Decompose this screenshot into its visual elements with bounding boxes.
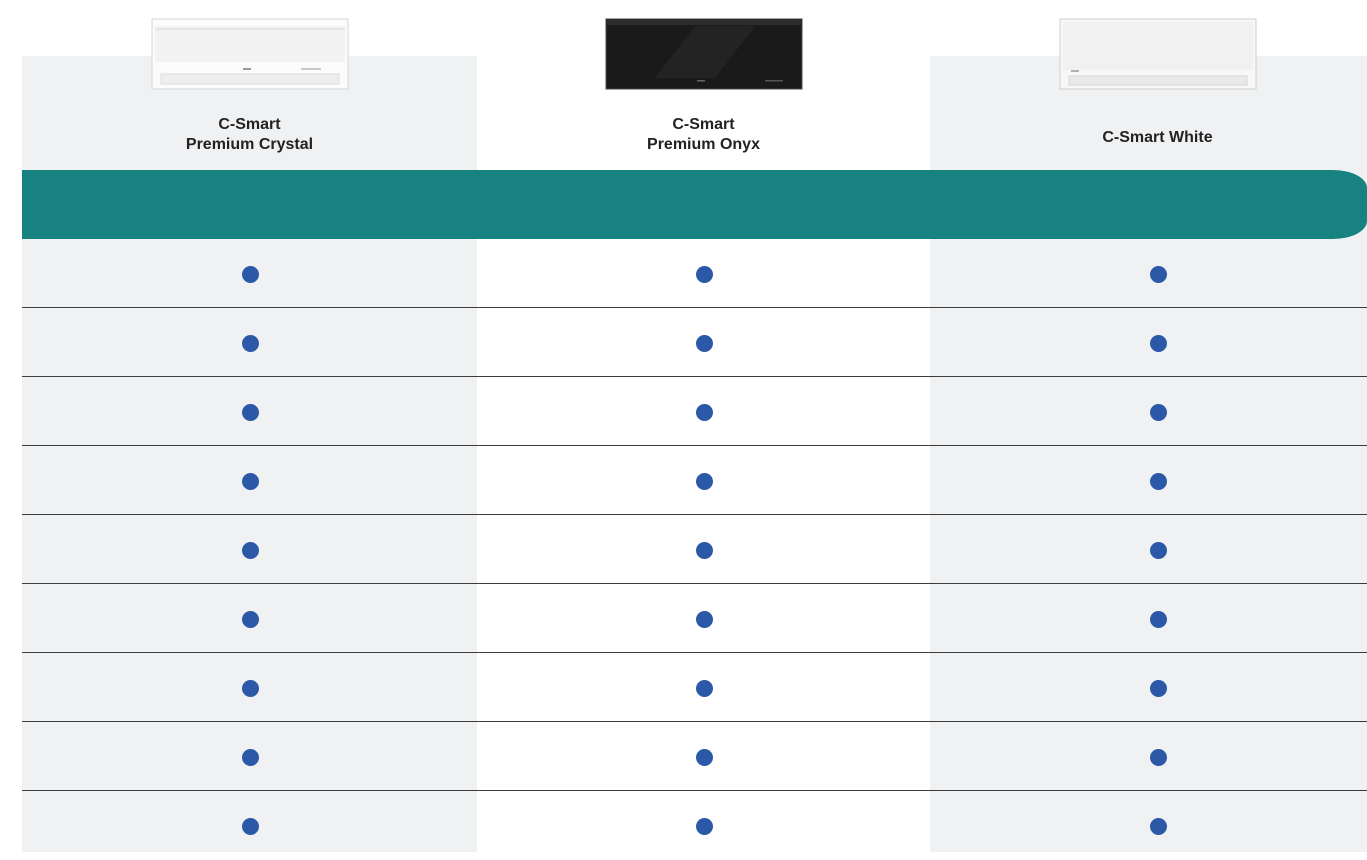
filled-circle-icon [695,610,713,628]
filled-circle-icon [1149,817,1167,835]
feature-cell-crystal [22,308,477,377]
feature-cell-crystal [22,446,477,515]
feature-cell-onyx [476,653,931,722]
feature-cell-white [930,791,1367,860]
feature-cell-white [930,308,1367,377]
feature-row [0,515,1367,584]
feature-row [0,653,1367,722]
feature-row [0,722,1367,791]
filled-circle-icon [241,472,259,490]
filled-circle-icon [695,472,713,490]
filled-circle-icon [241,334,259,352]
product-name-line1: C-Smart White [1102,129,1213,146]
filled-circle-icon [695,403,713,421]
product-header-crystal: C-Smart Premium Crystal [22,0,477,170]
product-name-onyx: C-Smart Premium Onyx [476,115,931,155]
filled-circle-icon [241,541,259,559]
filled-circle-icon [241,403,259,421]
filled-circle-icon [241,610,259,628]
filled-circle-icon [241,679,259,697]
feature-cell-onyx [476,377,931,446]
feature-cell-white [930,377,1367,446]
feature-cell-crystal [22,515,477,584]
feature-cell-onyx [476,515,931,584]
feature-cell-white [930,515,1367,584]
product-name-crystal: C-Smart Premium Crystal [22,115,477,155]
filled-circle-icon [695,748,713,766]
feature-cell-white [930,446,1367,515]
filled-circle-icon [241,748,259,766]
feature-cell-crystal [22,722,477,791]
feature-cell-onyx [476,584,931,653]
feature-cell-onyx [476,239,931,308]
feature-row [0,308,1367,377]
filled-circle-icon [695,265,713,283]
feature-cell-onyx [476,791,931,860]
filled-circle-icon [241,817,259,835]
feature-row [0,446,1367,515]
feature-cell-crystal [22,584,477,653]
feature-cell-white [930,584,1367,653]
feature-row [0,239,1367,308]
filled-circle-icon [695,679,713,697]
filled-circle-icon [1149,748,1167,766]
feature-row [0,584,1367,653]
filled-circle-icon [1149,334,1167,352]
product-header-white: C-Smart White [930,0,1367,170]
feature-cell-crystal [22,239,477,308]
onyx-ac-unit-image [605,18,802,90]
feature-cell-crystal [22,791,477,860]
product-name-line2: Premium Onyx [647,136,760,153]
feature-cell-crystal [22,653,477,722]
filled-circle-icon [695,541,713,559]
product-name-white: C-Smart White [930,128,1367,148]
feature-cell-white [930,653,1367,722]
filled-circle-icon [1149,265,1167,283]
product-name-line2: Premium Crystal [185,136,314,153]
filled-circle-icon [1149,610,1167,628]
feature-row [0,377,1367,446]
filled-circle-icon [1149,472,1167,490]
product-header-onyx: C-Smart Premium Onyx [476,0,931,170]
product-name-line1: C-Smart [672,116,735,133]
product-name-line1: C-Smart [218,116,281,133]
feature-cell-white [930,239,1367,308]
feature-cell-onyx [476,722,931,791]
filled-circle-icon [695,817,713,835]
feature-cell-onyx [476,446,931,515]
crystal-ac-unit-image [151,18,348,90]
filled-circle-icon [241,265,259,283]
filled-circle-icon [1149,403,1167,421]
filled-circle-icon [1149,679,1167,697]
filled-circle-icon [1149,541,1167,559]
feature-cell-white [930,722,1367,791]
filled-circle-icon [695,334,713,352]
feature-cell-crystal [22,377,477,446]
section-band [22,170,1367,239]
white-ac-unit-image [1059,18,1256,90]
feature-cell-onyx [476,308,931,377]
feature-row [0,791,1367,860]
